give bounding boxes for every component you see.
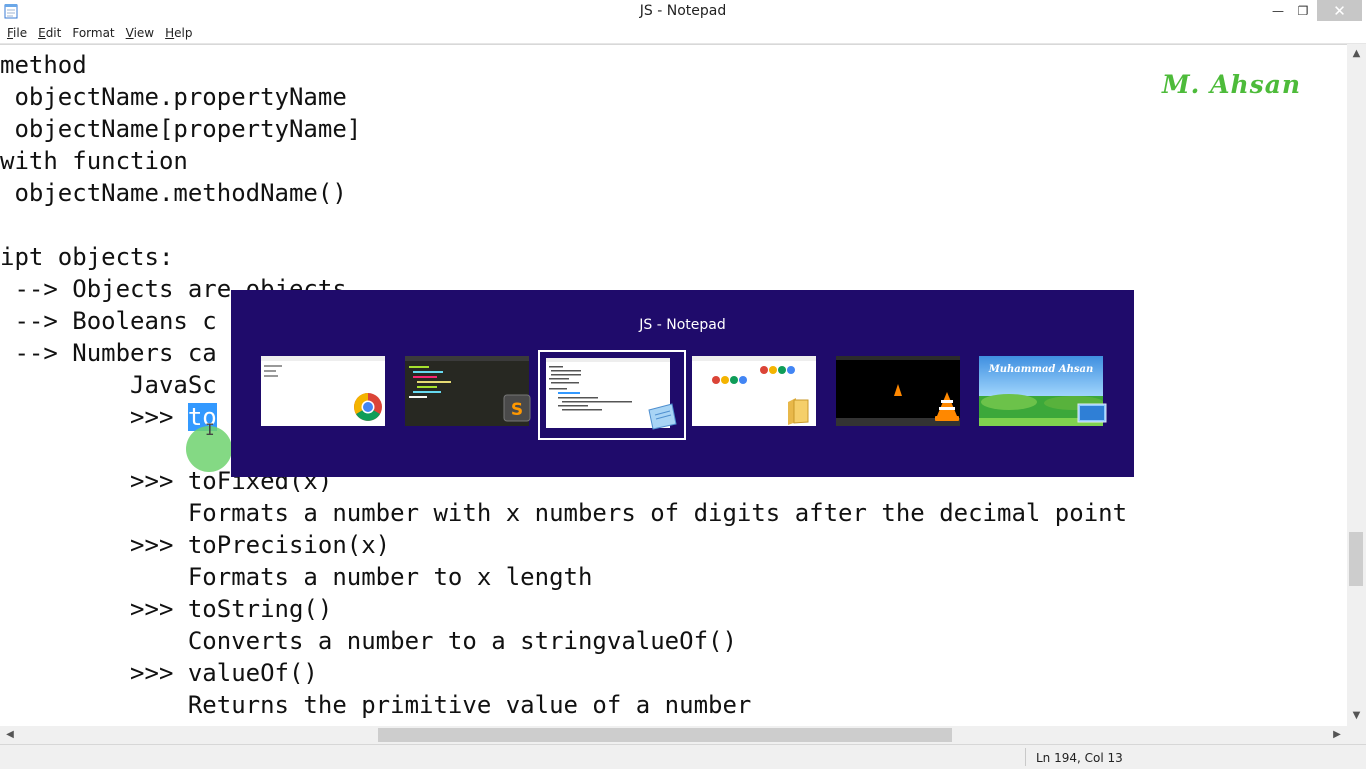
folder-icon: [788, 398, 809, 425]
editor-line: >>> valueOf(): [0, 659, 318, 687]
scrollbar-corner: [1347, 726, 1366, 744]
editor-line: Formats a number with x numbers of digit…: [0, 499, 1128, 527]
menu-format[interactable]: Format: [67, 26, 120, 40]
editor-line: with function: [0, 147, 188, 175]
switcher-window-vlc[interactable]: [830, 350, 974, 436]
watermark-signature: M. Ahsan: [1162, 70, 1302, 99]
scroll-down-icon[interactable]: ▼: [1347, 708, 1366, 724]
vertical-scroll-thumb[interactable]: [1349, 532, 1363, 586]
editor-line: Formats a number to x length: [0, 563, 593, 591]
switcher-window-notepad[interactable]: [538, 350, 686, 440]
menu-view[interactable]: View: [121, 26, 160, 40]
scroll-left-icon[interactable]: ◀: [2, 726, 18, 744]
editor-line: ipt objects:: [0, 243, 174, 271]
editor-line: objectName.propertyName: [0, 83, 347, 111]
switcher-window-desktop[interactable]: Muhammad Ahsan: [973, 350, 1117, 436]
chrome-icon: [354, 393, 382, 421]
editor-line: objectName.methodName(): [0, 179, 347, 207]
scroll-right-icon[interactable]: ▶: [1329, 726, 1345, 744]
vertical-scrollbar[interactable]: ▲ ▼: [1347, 44, 1366, 726]
maximize-button[interactable]: ❐: [1291, 0, 1315, 21]
editor-line: >>> toString(): [0, 595, 333, 623]
vlc-icon: [935, 392, 959, 421]
editor-line: objectName[propertyName]: [0, 115, 362, 143]
window-title: JS - Notepad: [639, 3, 727, 19]
close-button[interactable]: ✕: [1317, 0, 1362, 21]
editor-line: >>> toPrecision(x): [0, 531, 391, 559]
editor-line: method: [0, 51, 87, 79]
title-bar: JS - Notepad — ❐ ✕: [0, 0, 1366, 22]
desktop-icon: [1077, 403, 1107, 423]
menu-file[interactable]: File: [2, 26, 33, 40]
menu-help[interactable]: Help: [160, 26, 198, 40]
sublime-icon: S: [503, 394, 531, 422]
svg-text:S: S: [511, 400, 523, 420]
switcher-window-sublime[interactable]: S: [399, 350, 543, 436]
status-divider: [1025, 748, 1026, 766]
desktop-wallpaper-text: Muhammad Ahsan: [988, 364, 1094, 375]
switcher-window-explorer[interactable]: [686, 350, 830, 436]
restore-icon: ❐: [1297, 3, 1309, 18]
switcher-window-chrome[interactable]: [255, 350, 399, 436]
status-bar: Ln 194, Col 13: [0, 744, 1366, 769]
task-switcher: JS - Notepad S Muhammad Ahsan: [231, 290, 1134, 477]
horizontal-scrollbar[interactable]: ◀ ▶: [0, 726, 1347, 744]
cursor-position: Ln 194, Col 13: [1036, 751, 1123, 765]
menu-bar: File Edit Format View Help: [0, 22, 1366, 44]
minimize-button[interactable]: —: [1266, 0, 1290, 21]
menu-edit[interactable]: Edit: [33, 26, 67, 40]
editor-line: Returns the primitive value of a number: [0, 691, 752, 719]
notepad-icon: [648, 403, 677, 430]
scroll-up-icon[interactable]: ▲: [1347, 46, 1366, 62]
horizontal-scroll-thumb[interactable]: [378, 728, 952, 742]
close-icon: ✕: [1333, 1, 1346, 20]
minimize-icon: —: [1272, 3, 1284, 18]
switcher-title: JS - Notepad: [639, 317, 726, 333]
editor-line: Converts a number to a stringvalueOf(): [0, 627, 737, 655]
text-cursor-icon: I: [205, 420, 215, 439]
